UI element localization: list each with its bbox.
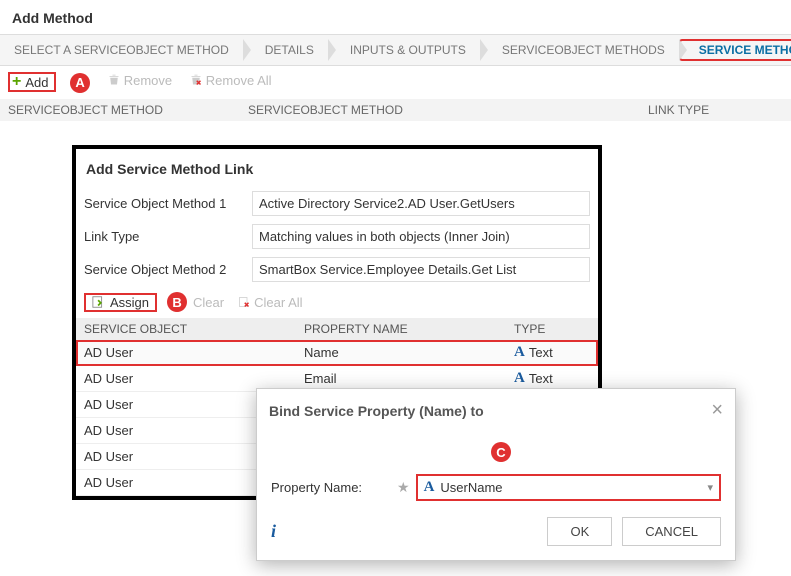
- property-name-select[interactable]: A UserName ▾: [416, 474, 721, 501]
- dialog-title: Add Service Method Link: [76, 149, 598, 187]
- badge-c: C: [491, 442, 511, 462]
- clear-x-icon: [238, 296, 250, 308]
- step-details[interactable]: DETAILS: [243, 39, 328, 61]
- wizard-steps: SELECT A SERVICEOBJECT METHOD DETAILS IN…: [0, 34, 791, 66]
- assign-toolbar: Assign B Clear Clear All: [76, 286, 598, 318]
- col-so-method-2: SERVICEOBJECT METHOD: [248, 103, 648, 117]
- property-name-label: Property Name:: [271, 480, 391, 495]
- toolbar: + Add A Remove Remove All: [0, 66, 791, 99]
- grid-header: SERVICE OBJECT PROPERTY NAME TYPE: [76, 318, 598, 340]
- grid-col-type: TYPE: [514, 322, 590, 336]
- badge-a: A: [70, 73, 90, 93]
- remove-all-button: Remove All: [190, 73, 272, 88]
- trash-x-icon: [190, 74, 202, 86]
- cell-service-object: AD User: [84, 345, 304, 360]
- add-button-label: Add: [25, 75, 48, 90]
- label-som2: Service Object Method 2: [84, 262, 252, 277]
- value-som2[interactable]: SmartBox Service.Employee Details.Get Li…: [252, 257, 590, 282]
- info-icon[interactable]: i: [271, 521, 276, 542]
- text-type-icon: A: [514, 344, 525, 361]
- step-select-method[interactable]: SELECT A SERVICEOBJECT METHOD: [0, 39, 243, 61]
- label-linktype: Link Type: [84, 229, 252, 244]
- required-star-icon: ★: [397, 479, 410, 496]
- plus-icon: +: [12, 74, 21, 90]
- grid-col-service-object: SERVICE OBJECT: [84, 322, 304, 336]
- cell-type: AText: [514, 344, 590, 361]
- value-linktype[interactable]: Matching values in both objects (Inner J…: [252, 224, 590, 249]
- text-type-icon: A: [424, 479, 435, 496]
- assign-button[interactable]: Assign: [84, 293, 157, 312]
- close-icon[interactable]: ×: [711, 399, 723, 422]
- clear-button: Clear: [193, 295, 224, 310]
- step-so-methods[interactable]: SERVICEOBJECT METHODS: [480, 39, 679, 61]
- cell-type: AText: [514, 370, 590, 387]
- grid-col-property-name: PROPERTY NAME: [304, 322, 514, 336]
- value-som1[interactable]: Active Directory Service2.AD User.GetUse…: [252, 191, 590, 216]
- cell-service-object: AD User: [84, 371, 304, 386]
- col-so-method-1: SERVICEOBJECT METHOD: [8, 103, 248, 117]
- property-name-value: UserName: [440, 480, 502, 495]
- assign-icon: [92, 295, 106, 309]
- bind-dialog-title: Bind Service Property (Name) to: [269, 403, 484, 419]
- grid-row[interactable]: AD User Name AText: [76, 340, 598, 366]
- clear-all-button: Clear All: [238, 295, 302, 310]
- text-type-icon: A: [514, 370, 525, 387]
- ok-button[interactable]: OK: [547, 517, 612, 546]
- bind-property-dialog: Bind Service Property (Name) to × C Prop…: [256, 388, 736, 561]
- step-inputs-outputs[interactable]: INPUTS & OUTPUTS: [328, 39, 480, 61]
- form-row-som2: Service Object Method 2 SmartBox Service…: [76, 253, 598, 286]
- form-row-som1: Service Object Method 1 Active Directory…: [76, 187, 598, 220]
- form-row-linktype: Link Type Matching values in both object…: [76, 220, 598, 253]
- col-link-type: LINK TYPE: [648, 103, 783, 117]
- cancel-button[interactable]: CANCEL: [622, 517, 721, 546]
- chevron-down-icon: ▾: [707, 481, 713, 494]
- trash-icon: [108, 74, 120, 86]
- page-title: Add Method: [0, 0, 791, 34]
- remove-button: Remove: [108, 73, 172, 88]
- badge-b: B: [167, 292, 187, 312]
- add-button[interactable]: + Add: [8, 72, 56, 92]
- column-headers: SERVICEOBJECT METHOD SERVICEOBJECT METHO…: [0, 99, 791, 121]
- step-service-method-links[interactable]: SERVICE METHOD LINKS: [679, 39, 791, 61]
- label-som1: Service Object Method 1: [84, 196, 252, 211]
- cell-property-name: Name: [304, 345, 514, 360]
- cell-property-name: Email: [304, 371, 514, 386]
